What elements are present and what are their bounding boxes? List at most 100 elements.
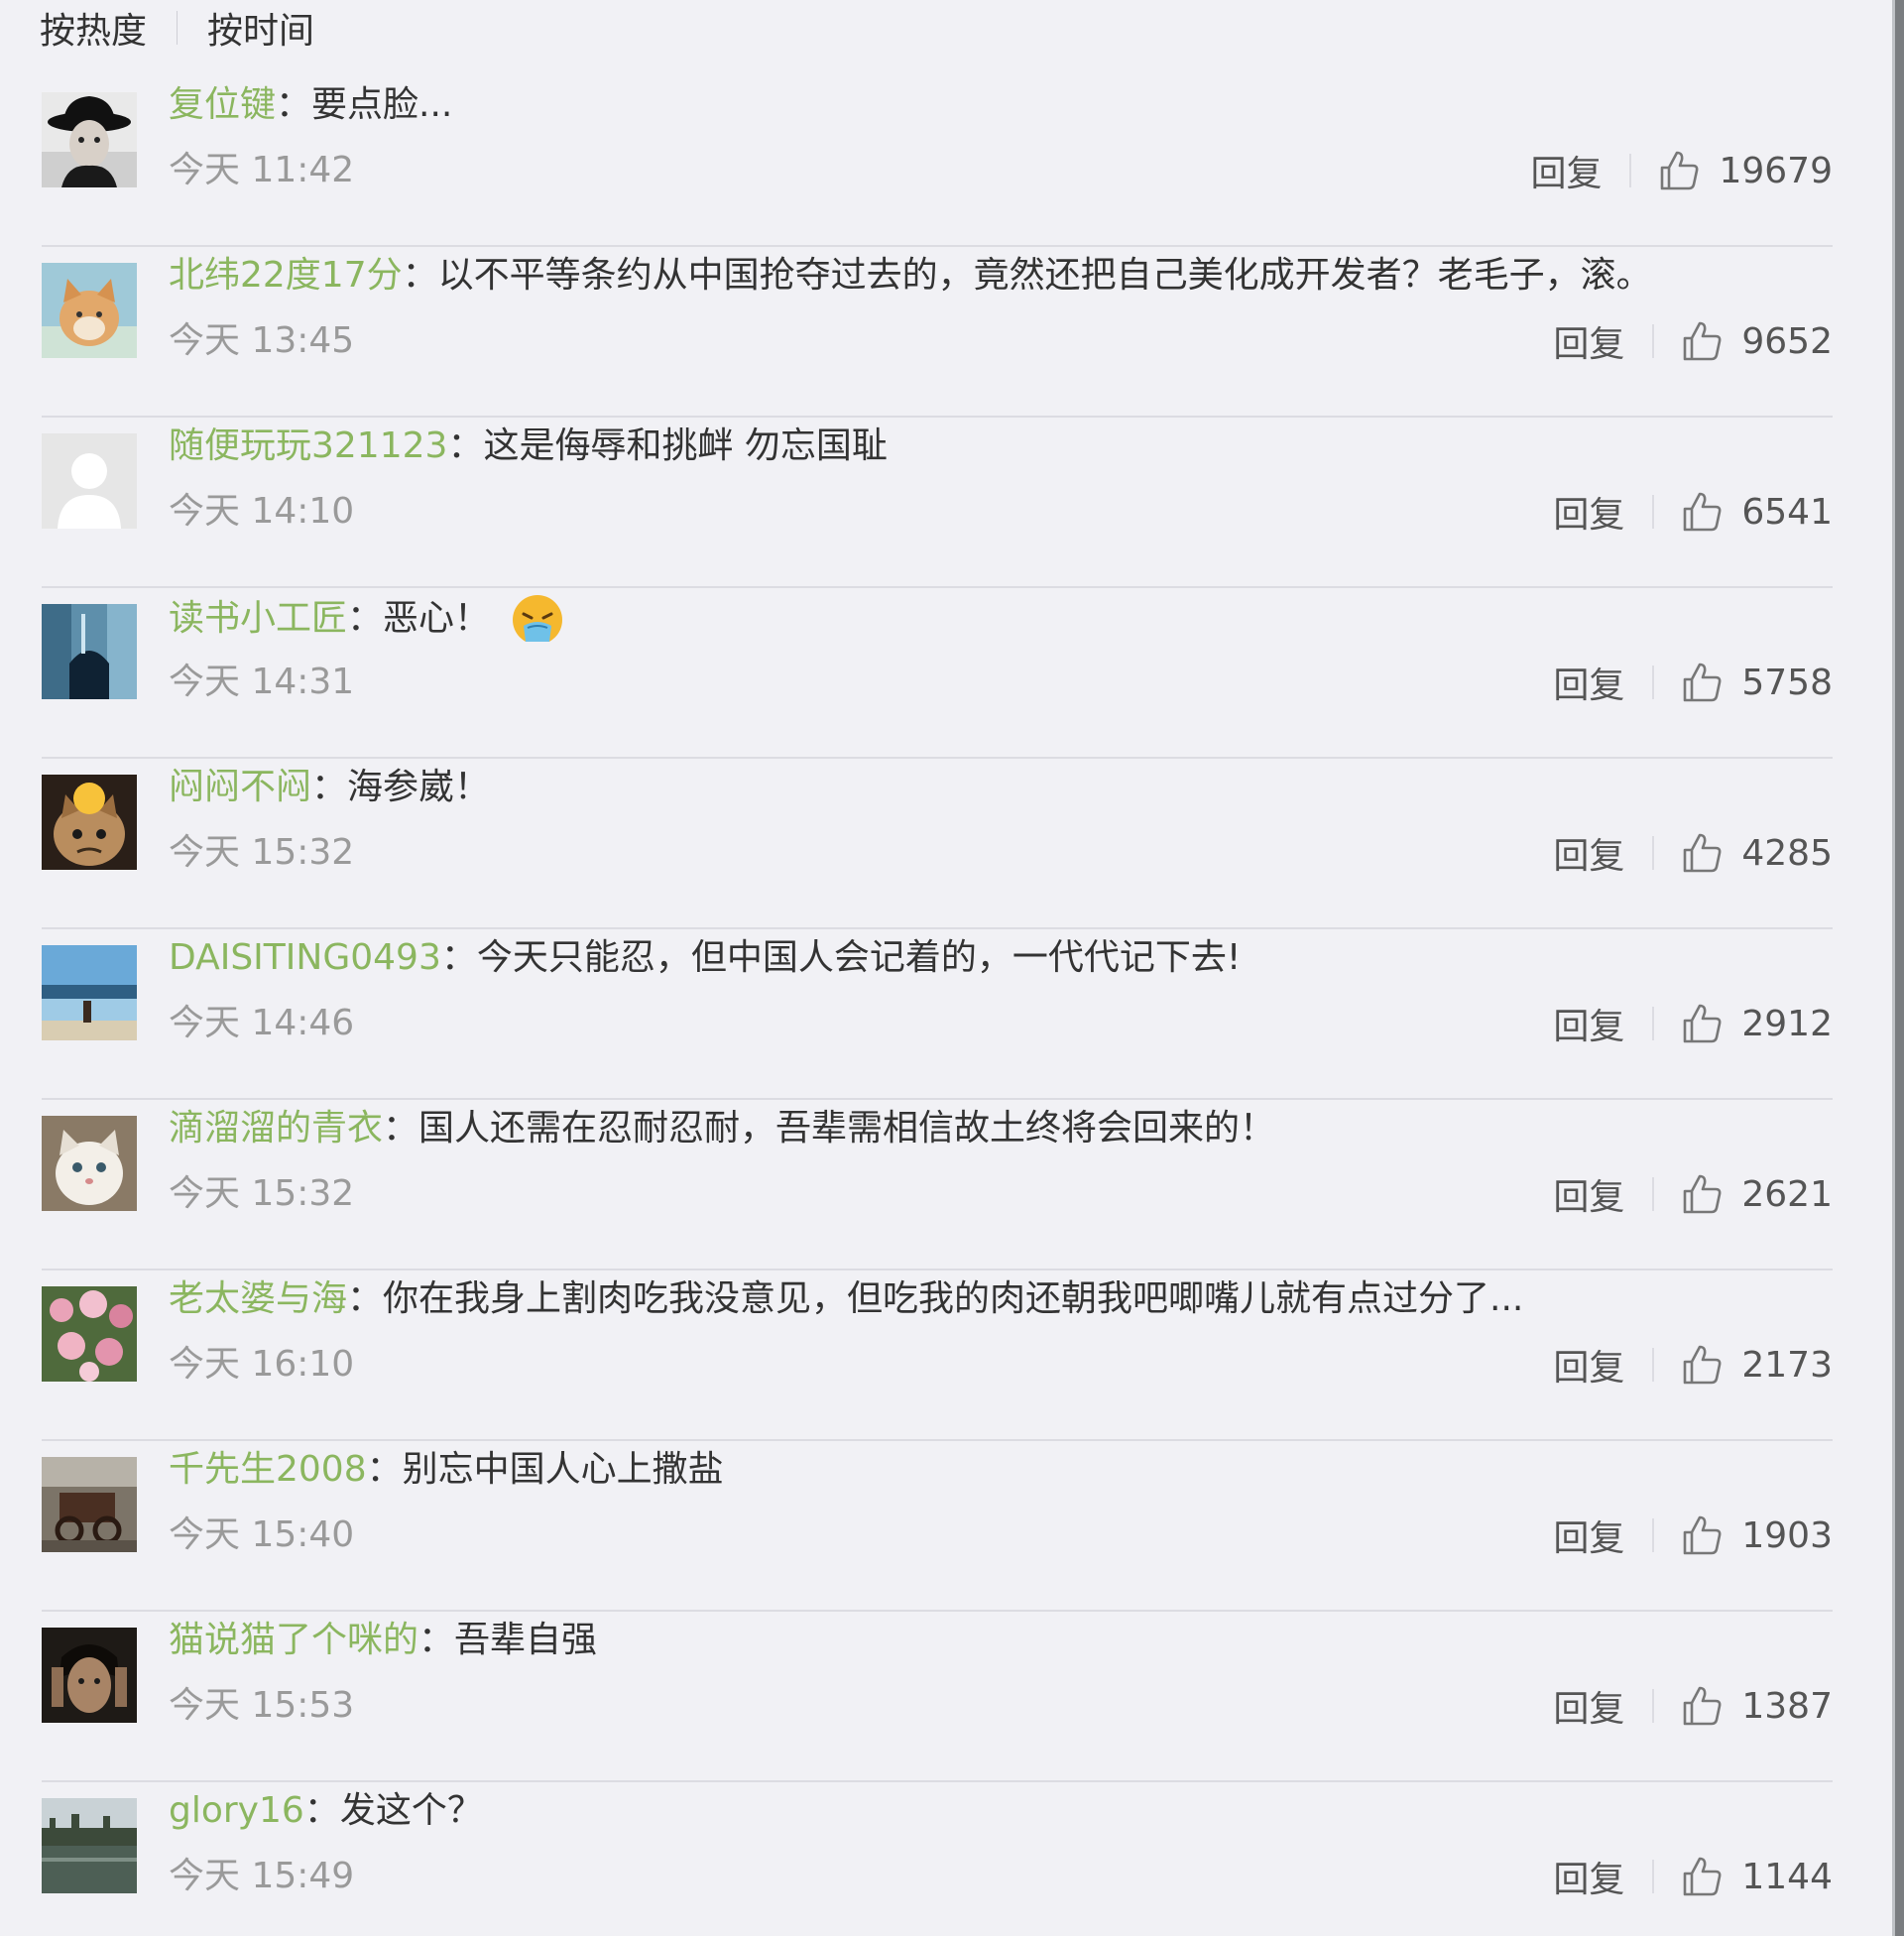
comment-actions: 回复 4285 xyxy=(1553,827,1833,879)
like-button[interactable]: 2173 xyxy=(1680,1343,1833,1387)
like-button[interactable]: 1387 xyxy=(1680,1684,1833,1728)
action-divider xyxy=(1652,666,1655,699)
username-link[interactable]: 千先生2008 xyxy=(169,1449,367,1490)
like-button[interactable]: 1903 xyxy=(1680,1513,1833,1557)
comment-timestamp: 今天 11:42 xyxy=(169,150,355,190)
action-divider xyxy=(1629,154,1632,187)
username-link[interactable]: glory16 xyxy=(169,1790,304,1831)
username-link[interactable]: 复位键 xyxy=(169,84,276,125)
user-avatar[interactable] xyxy=(42,1798,137,1893)
reply-button[interactable]: 回复 xyxy=(1553,315,1624,367)
comment-content: DAISITING0493：今天只能忍，但中国人会记着的，一代代记下去! xyxy=(169,933,1815,983)
avatar-river-icon xyxy=(42,1798,137,1893)
like-button[interactable]: 4285 xyxy=(1680,831,1833,875)
comment-content: 老太婆与海：你在我身上割肉吃我没意见，但吃我的肉还朝我吧唧嘴儿就有点过分了... xyxy=(169,1274,1815,1324)
like-count: 19679 xyxy=(1719,150,1833,191)
thumbs-up-icon xyxy=(1661,151,1699,190)
thumbs-up-icon xyxy=(1684,492,1722,532)
user-avatar[interactable] xyxy=(42,92,137,187)
colon: ： xyxy=(402,255,438,296)
action-divider xyxy=(1652,1007,1655,1040)
reply-button[interactable]: 回复 xyxy=(1553,657,1624,708)
like-count: 2621 xyxy=(1741,1173,1833,1215)
action-divider xyxy=(1652,1860,1655,1893)
username-link[interactable]: DAISITING0493 xyxy=(169,937,441,978)
like-button[interactable]: 2912 xyxy=(1680,1002,1833,1045)
like-count: 6541 xyxy=(1741,491,1833,533)
sort-by-time-tab[interactable]: 按时间 xyxy=(207,2,314,54)
username-link[interactable]: 北纬22度17分 xyxy=(169,255,403,296)
comment-body: 别忘中国人心上撒盐 xyxy=(402,1449,724,1490)
user-avatar[interactable] xyxy=(42,1286,137,1382)
username-link[interactable]: 滴溜溜的青衣 xyxy=(169,1108,383,1149)
colon: ： xyxy=(366,1449,403,1490)
comments-page: 按热度 按时间 复位键：要点脸... 今天 11:42 回复 19679 北纬2… xyxy=(0,0,1904,1936)
colon: ： xyxy=(447,425,484,466)
like-button[interactable]: 6541 xyxy=(1680,490,1833,534)
reply-button[interactable]: 回复 xyxy=(1553,998,1624,1049)
comment-actions: 回复 5758 xyxy=(1553,657,1833,708)
user-avatar[interactable] xyxy=(42,1116,137,1211)
user-avatar[interactable] xyxy=(42,604,137,699)
reply-button[interactable]: 回复 xyxy=(1553,1680,1624,1732)
comment-body: 吾辈自强 xyxy=(454,1620,598,1660)
thumbs-up-icon xyxy=(1684,1515,1722,1555)
user-avatar[interactable] xyxy=(42,1628,137,1723)
comment-body: 这是侮辱和挑衅 勿忘国耻 xyxy=(483,425,888,466)
user-avatar[interactable] xyxy=(42,775,137,870)
like-button[interactable]: 2621 xyxy=(1680,1172,1833,1216)
action-divider xyxy=(1652,324,1655,358)
username-link[interactable]: 老太婆与海 xyxy=(169,1278,347,1319)
reply-button[interactable]: 回复 xyxy=(1530,145,1602,196)
reply-button[interactable]: 回复 xyxy=(1553,1510,1624,1561)
like-button[interactable]: 1144 xyxy=(1680,1855,1833,1898)
like-count: 2912 xyxy=(1741,1003,1833,1044)
like-button[interactable]: 9652 xyxy=(1680,319,1833,363)
colon: ： xyxy=(418,1620,455,1660)
like-button[interactable]: 5758 xyxy=(1680,661,1833,704)
comment-actions: 回复 2912 xyxy=(1553,998,1833,1049)
action-divider xyxy=(1652,495,1655,529)
comment-body: 恶心！ xyxy=(383,598,491,639)
comment-timestamp: 今天 15:53 xyxy=(169,1685,355,1726)
window-edge-highlight xyxy=(1892,0,1895,1936)
comment-body: 今天只能忍，但中国人会记着的，一代代记下去! xyxy=(476,937,1242,978)
comment-content: 千先生2008：别忘中国人心上撒盐 xyxy=(169,1445,1815,1495)
like-button[interactable]: 19679 xyxy=(1657,149,1833,192)
reply-button[interactable]: 回复 xyxy=(1553,1339,1624,1391)
comment-item: 北纬22度17分：以不平等条约从中国抢夺过去的，竟然还把自己美化成开发者？老毛子… xyxy=(42,247,1833,418)
like-count: 4285 xyxy=(1741,832,1833,874)
comment-body: 要点脸... xyxy=(311,84,453,125)
reply-button[interactable]: 回复 xyxy=(1553,1851,1624,1902)
avatar-tunnel-icon xyxy=(42,604,137,699)
username-link[interactable]: 随便玩玩321123 xyxy=(169,425,447,466)
reply-button[interactable]: 回复 xyxy=(1553,827,1624,879)
user-avatar[interactable] xyxy=(42,433,137,529)
user-avatar[interactable] xyxy=(42,263,137,358)
user-avatar[interactable] xyxy=(42,1457,137,1552)
thumbs-up-icon xyxy=(1684,833,1722,873)
like-count: 9652 xyxy=(1741,320,1833,362)
username-link[interactable]: 闷闷不闷 xyxy=(169,767,311,807)
action-divider xyxy=(1652,836,1655,870)
sort-by-hot-tab[interactable]: 按热度 xyxy=(40,2,147,54)
comment-actions: 回复 19679 xyxy=(1530,145,1833,196)
comment-timestamp: 今天 15:49 xyxy=(169,1856,355,1896)
sort-bar: 按热度 按时间 xyxy=(40,0,314,56)
reply-button[interactable]: 回复 xyxy=(1553,486,1624,538)
comment-body: 海参崴！ xyxy=(347,767,491,807)
reply-button[interactable]: 回复 xyxy=(1553,1168,1624,1220)
comment-actions: 回复 1144 xyxy=(1553,1851,1833,1902)
action-divider xyxy=(1652,1348,1655,1382)
thumbs-up-icon xyxy=(1684,1857,1722,1896)
username-link[interactable]: 读书小工匠 xyxy=(169,598,347,639)
comment-actions: 回复 9652 xyxy=(1553,315,1833,367)
thumbs-up-icon xyxy=(1684,1174,1722,1214)
username-link[interactable]: 猫说猫了个咪的 xyxy=(169,1620,418,1660)
avatar-default-icon xyxy=(42,433,137,529)
comment-item: 读书小工匠：恶心！ 今天 14:31 回复 5758 xyxy=(42,588,1833,759)
comment-timestamp: 今天 13:45 xyxy=(169,320,355,361)
comment-actions: 回复 1903 xyxy=(1553,1510,1833,1561)
colon: ： xyxy=(347,1278,384,1319)
user-avatar[interactable] xyxy=(42,945,137,1040)
